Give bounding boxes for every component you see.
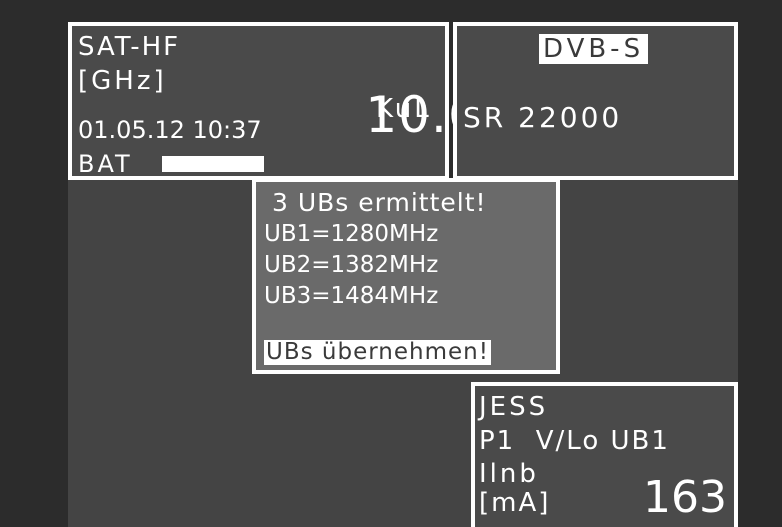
band-label: KuL: [376, 94, 432, 124]
lnb-current-label: Ilnb: [479, 459, 539, 489]
ub-detection-dialog: 3 UBs ermittelt! UB1=1280MHz UB2=1382MHz…: [252, 178, 560, 374]
symbol-rate-label: SR 22000: [463, 101, 623, 134]
meter-screen: SAT-HF [GHz] 10.660 KuL 01.05.12 10:37 B…: [0, 0, 782, 527]
battery-label: BAT: [78, 150, 133, 178]
dialog-title: 3 UBs ermittelt!: [272, 188, 487, 217]
lnb-current-value: 163: [643, 472, 727, 523]
ghz-unit-label: [GHz]: [78, 66, 167, 96]
sat-hf-label: SAT-HF: [78, 32, 181, 62]
ub1-line: UB1=1280MHz: [264, 221, 439, 247]
datetime-label: 01.05.12 10:37: [78, 116, 262, 144]
lnb-current-unit: [mA]: [479, 488, 551, 518]
jess-title: JESS: [479, 392, 549, 422]
battery-bar-track: [162, 156, 264, 172]
ub2-line: UB2=1382MHz: [264, 252, 439, 278]
confirm-ubs-button[interactable]: UBs übernehmen!: [264, 340, 491, 365]
jess-panel: JESS P1 V/Lo UB1 Ilnb [mA] 163: [471, 382, 738, 527]
ub3-line: UB3=1484MHz: [264, 283, 439, 309]
battery-level-bar: [162, 156, 264, 172]
sat-hf-panel: SAT-HF [GHz] 10.660 KuL 01.05.12 10:37 B…: [68, 22, 547, 180]
mode-panel: DVB-S SR 22000: [453, 22, 738, 180]
jess-config-line: P1 V/Lo UB1: [479, 426, 670, 456]
mode-label[interactable]: DVB-S: [539, 34, 649, 64]
